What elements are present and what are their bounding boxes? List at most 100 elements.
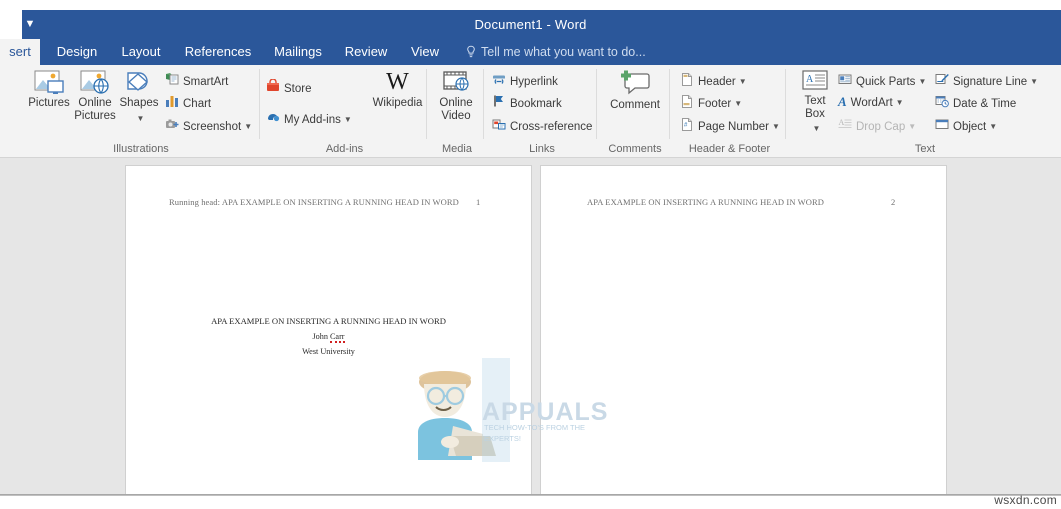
bookmark-button-label: Bookmark [510,98,562,110]
document-canvas[interactable]: Running head: APA EXAMPLE ON INSERTING A… [0,158,1061,495]
svg-text:A: A [806,74,814,85]
smartart-button[interactable]: SmartArt [165,72,228,90]
text-box-button-label: Text Box [804,95,826,120]
tab-review[interactable]: Review [337,39,395,65]
pictures-button-label: Pictures [28,97,70,109]
online-pictures-button-label: Online Pictures [74,97,116,122]
chevron-down-icon[interactable]: ▼ [896,98,904,107]
page-number-button[interactable]: # Page Number ▼ [680,117,780,135]
tab-mailings[interactable]: Mailings [265,39,331,65]
drop-cap-button[interactable]: A Drop Cap ▼ [838,117,916,135]
document-page-1[interactable]: Running head: APA EXAMPLE ON INSERTING A… [126,166,531,495]
text-box-icon: A [802,70,828,90]
signature-line-icon [935,74,949,84]
ribbon-group-comments: Comment Comments [600,65,670,157]
paper-author: John Carr [126,329,531,344]
page-2-page-number: 2 [891,197,896,207]
ribbon-group-label-add-ins: Add-ins [325,143,364,155]
bookmark-icon [494,95,503,107]
ribbon-group-illustrations: Pictures Online Pictures Shapes ▼ SmartArt Ch… [22,65,260,157]
page-1-running-head: Running head: APA EXAMPLE ON INSERTING A… [169,197,459,207]
chevron-down-icon[interactable]: ▼ [908,122,916,131]
quick-parts-icon [838,74,852,84]
footer-button-label: Footer [698,98,732,110]
signature-line-button[interactable]: Signature Line ▼ [935,72,1038,90]
svg-text:A: A [839,118,845,127]
lightbulb-icon [467,45,475,58]
group-separator [426,69,427,139]
header-button[interactable]: Header ▼ [680,72,747,90]
cross-reference-button-label: Cross-reference [510,121,593,133]
source-watermark: wsxdn.com [994,493,1057,507]
tell-me-search[interactable]: Tell me what you want to do... [481,39,646,65]
chart-button[interactable]: Chart [165,94,211,112]
chevron-down-icon[interactable]: ▼ [813,124,821,133]
my-add-ins-button[interactable]: My Add-ins ▼ [266,110,352,128]
wordart-button-label: WordArt [850,97,893,109]
my-add-ins-button-label: My Add-ins [284,114,341,126]
ribbon-group-links: Hyperlink Bookmark Cross-reference Links [487,65,597,157]
header-button-label: Header [698,76,736,88]
chevron-down-icon[interactable]: ▼ [244,122,252,131]
status-bar [0,495,1061,509]
date-time-button[interactable]: Date & Time [935,94,1016,112]
footer-button[interactable]: Footer ▼ [680,94,742,112]
object-button[interactable]: Object ▼ [935,117,997,135]
chevron-down-icon[interactable]: ▼ [772,122,780,131]
wikipedia-icon: W [386,69,409,95]
quick-parts-button[interactable]: Quick Parts ▼ [838,72,926,90]
window-bottom-edge [0,494,1061,496]
hyperlink-button[interactable]: Hyperlink [492,72,558,90]
chevron-down-icon[interactable]: ▼ [918,77,926,86]
smartart-icon [166,73,179,85]
tab-design[interactable]: Design [48,39,106,65]
shapes-icon [127,72,149,91]
group-separator [669,69,670,139]
header-icon [682,73,692,86]
ribbon-group-label-text: Text [914,143,936,155]
store-button[interactable]: Store [266,78,312,97]
wordart-button[interactable]: A WordArt ▼ [838,94,904,112]
cross-reference-icon [492,119,506,130]
tab-view[interactable]: View [401,39,449,65]
pictures-button[interactable]: Pictures [26,69,72,110]
chevron-down-icon[interactable]: ▼ [739,77,747,86]
page-1-page-number: 1 [476,197,481,207]
comment-button[interactable]: Comment [604,69,666,112]
chevron-down-icon[interactable]: ▼ [989,122,997,131]
my-addins-icon [268,114,280,122]
screenshot-button[interactable]: Screenshot ▼ [165,117,252,135]
ribbon-group-header-footer: Header ▼ Footer ▼ # Page Number ▼ Header & Foot… [673,65,786,157]
date-time-button-label: Date & Time [953,98,1017,110]
document-page-2[interactable]: APA EXAMPLE ON INSERTING A RUNNING HEAD … [541,166,946,495]
online-video-button[interactable]: Online Video [432,69,480,122]
paper-author-last-misspelled: Carr [329,332,345,343]
page-2-running-head: APA EXAMPLE ON INSERTING A RUNNING HEAD … [587,197,825,207]
word-application-window: ▼ Document1 - Word sert Design Layout Refer… [0,0,1061,509]
hyperlink-button-label: Hyperlink [510,76,558,88]
chevron-down-icon[interactable]: ▼ [137,114,145,123]
group-separator [259,69,260,139]
date-time-icon [935,96,949,108]
chevron-down-icon[interactable]: ▼ [344,115,352,124]
online-pictures-button[interactable]: Online Pictures [74,69,116,122]
tab-insert[interactable]: sert [0,39,40,65]
page-number-button-label: Page Number [698,121,769,133]
chevron-down-icon[interactable]: ▼ [1030,77,1038,86]
ribbon-group-label-links: Links [529,143,555,155]
shapes-button[interactable]: Shapes ▼ [118,69,160,128]
wordart-icon: A [838,94,847,109]
tab-layout[interactable]: Layout [113,39,169,65]
screenshot-button-label: Screenshot [183,121,242,133]
tab-references[interactable]: References [176,39,260,65]
online-picture-icon [80,70,109,94]
text-box-button[interactable]: A Text Box ▼ [795,69,835,138]
object-button-label: Object [953,121,987,133]
ribbon-group-add-ins: W Wikipedia Store My Add-ins ▼ Add-ins [262,65,427,157]
wikipedia-button[interactable]: W Wikipedia [370,69,425,110]
store-button-label: Store [284,83,312,95]
cross-reference-button[interactable]: Cross-reference [492,117,592,135]
bookmark-button[interactable]: Bookmark [492,94,562,112]
chevron-down-icon[interactable]: ▼ [734,99,742,108]
ribbon-group-text: A Text Box ▼ Quick Parts ▼ A WordArt ▼ A Drop Cap… [789,65,1061,157]
